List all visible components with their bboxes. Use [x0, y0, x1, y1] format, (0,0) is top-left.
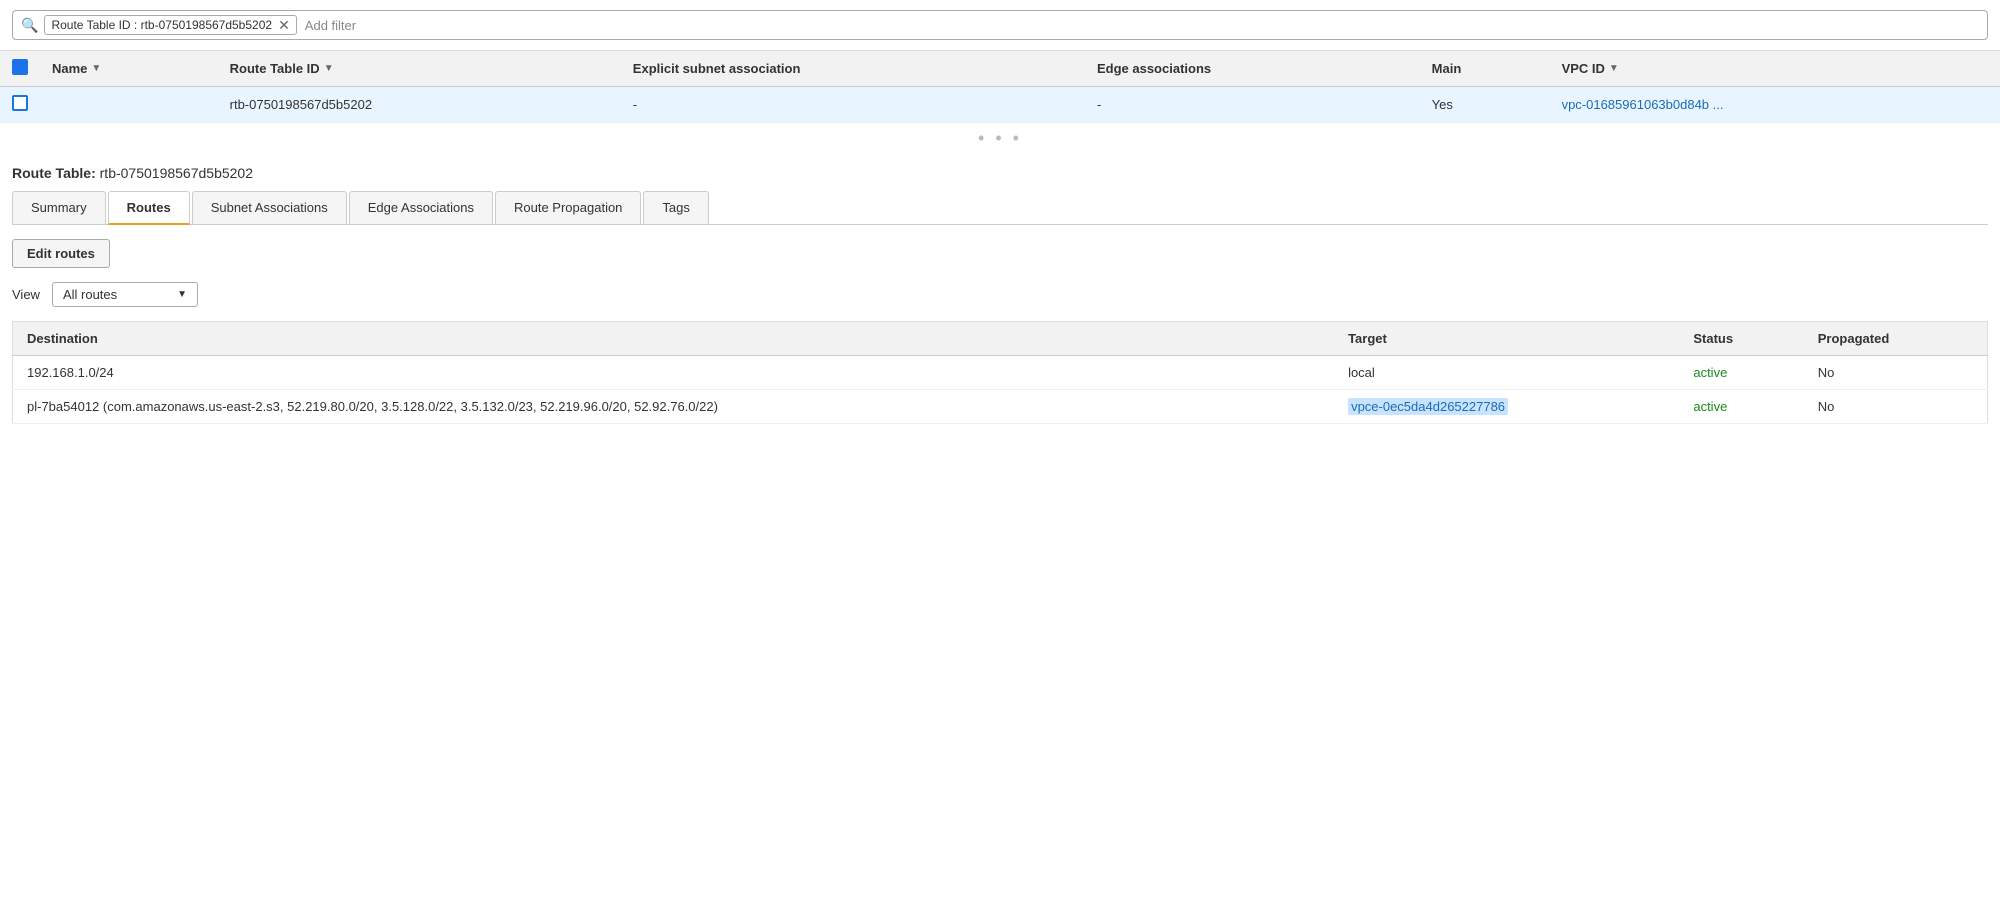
col-header-vpc-id[interactable]: VPC ID ▼: [1550, 51, 2000, 87]
col-header-destination: Destination: [13, 322, 1335, 356]
drag-handle[interactable]: • • •: [0, 123, 2000, 153]
view-selected-option: All routes: [63, 287, 117, 302]
name-sort-icon: ▼: [91, 63, 101, 74]
row-name-cell: [40, 87, 218, 123]
search-icon: 🔍: [21, 17, 38, 34]
view-label: View: [12, 287, 40, 302]
route-row-1: 192.168.1.0/24 local active No: [13, 356, 1988, 390]
col-header-target: Target: [1334, 322, 1679, 356]
vpc-sort-icon: ▼: [1609, 63, 1619, 74]
route-tables-table: Name ▼ Route Table ID ▼ Explicit subnet …: [0, 51, 2000, 123]
route-target-2[interactable]: vpce-0ec5da4d265227786: [1334, 390, 1679, 424]
status-badge-2: active: [1693, 399, 1727, 414]
vpc-id-link[interactable]: vpc-01685961063b0d84b ...: [1562, 97, 1724, 112]
route-propagated-1: No: [1804, 356, 1988, 390]
col-header-route-table-id[interactable]: Route Table ID ▼: [218, 51, 621, 87]
table-header-row: Name ▼ Route Table ID ▼ Explicit subnet …: [0, 51, 2000, 87]
search-bar[interactable]: 🔍 Route Table ID : rtb-0750198567d5b5202…: [12, 10, 1988, 40]
filter-tag: Route Table ID : rtb-0750198567d5b5202 ✕: [44, 15, 296, 35]
col-header-explicit-subnet: Explicit subnet association: [621, 51, 1085, 87]
route-table-label-prefix: Route Table:: [12, 165, 96, 181]
tabs-container: Summary Routes Subnet Associations Edge …: [12, 191, 1988, 225]
route-destination-1: 192.168.1.0/24: [13, 356, 1335, 390]
drag-dots-icon: • • •: [978, 128, 1022, 149]
route-table-label: Route Table: rtb-0750198567d5b5202: [12, 153, 1988, 191]
route-target-1: local: [1334, 356, 1679, 390]
rtid-sort-icon: ▼: [324, 63, 334, 74]
filter-remove-button[interactable]: ✕: [278, 18, 290, 32]
route-destination-2: pl-7ba54012 (com.amazonaws.us-east-2.s3,…: [13, 390, 1335, 424]
target-link-2[interactable]: vpce-0ec5da4d265227786: [1348, 398, 1508, 415]
row-checkbox[interactable]: [12, 95, 28, 111]
tab-tags[interactable]: Tags: [643, 191, 708, 224]
route-propagated-2: No: [1804, 390, 1988, 424]
search-bar-container: 🔍 Route Table ID : rtb-0750198567d5b5202…: [0, 0, 2000, 51]
tab-routes[interactable]: Routes: [108, 191, 190, 225]
view-dropdown[interactable]: All routes ▼: [52, 282, 198, 307]
tab-edge-associations[interactable]: Edge Associations: [349, 191, 493, 224]
view-row: View All routes ▼: [12, 282, 1988, 307]
filter-tag-label: Route Table ID : rtb-0750198567d5b5202: [51, 18, 272, 32]
col-header-propagated: Propagated: [1804, 322, 1988, 356]
row-main-cell: Yes: [1420, 87, 1550, 123]
row-vpc-id-cell[interactable]: vpc-01685961063b0d84b ...: [1550, 87, 2000, 123]
tab-route-propagation[interactable]: Route Propagation: [495, 191, 641, 224]
route-row-2: pl-7ba54012 (com.amazonaws.us-east-2.s3,…: [13, 390, 1988, 424]
status-badge-1: active: [1693, 365, 1727, 380]
route-status-2: active: [1679, 390, 1803, 424]
col-header-edge-associations: Edge associations: [1085, 51, 1420, 87]
edit-routes-button[interactable]: Edit routes: [12, 239, 110, 268]
row-route-table-id-cell: rtb-0750198567d5b5202: [218, 87, 621, 123]
route-status-1: active: [1679, 356, 1803, 390]
tab-subnet-associations[interactable]: Subnet Associations: [192, 191, 347, 224]
view-dropdown-arrow-icon: ▼: [177, 289, 187, 300]
header-checkbox[interactable]: [12, 59, 28, 75]
tab-summary[interactable]: Summary: [12, 191, 106, 224]
col-header-name[interactable]: Name ▼: [40, 51, 218, 87]
checkbox-header[interactable]: [0, 51, 40, 87]
detail-panel: Route Table: rtb-0750198567d5b5202 Summa…: [0, 153, 2000, 436]
table-row[interactable]: rtb-0750198567d5b5202 - - Yes vpc-016859…: [0, 87, 2000, 123]
routes-table: Destination Target Status Propagated 192…: [12, 321, 1988, 424]
routes-header-row: Destination Target Status Propagated: [13, 322, 1988, 356]
col-header-status: Status: [1679, 322, 1803, 356]
col-header-main: Main: [1420, 51, 1550, 87]
route-table-id-detail: rtb-0750198567d5b5202: [100, 165, 253, 181]
row-explicit-subnet-cell: -: [621, 87, 1085, 123]
add-filter-text[interactable]: Add filter: [305, 18, 356, 33]
row-checkbox-cell[interactable]: [0, 87, 40, 123]
row-edge-assoc-cell: -: [1085, 87, 1420, 123]
